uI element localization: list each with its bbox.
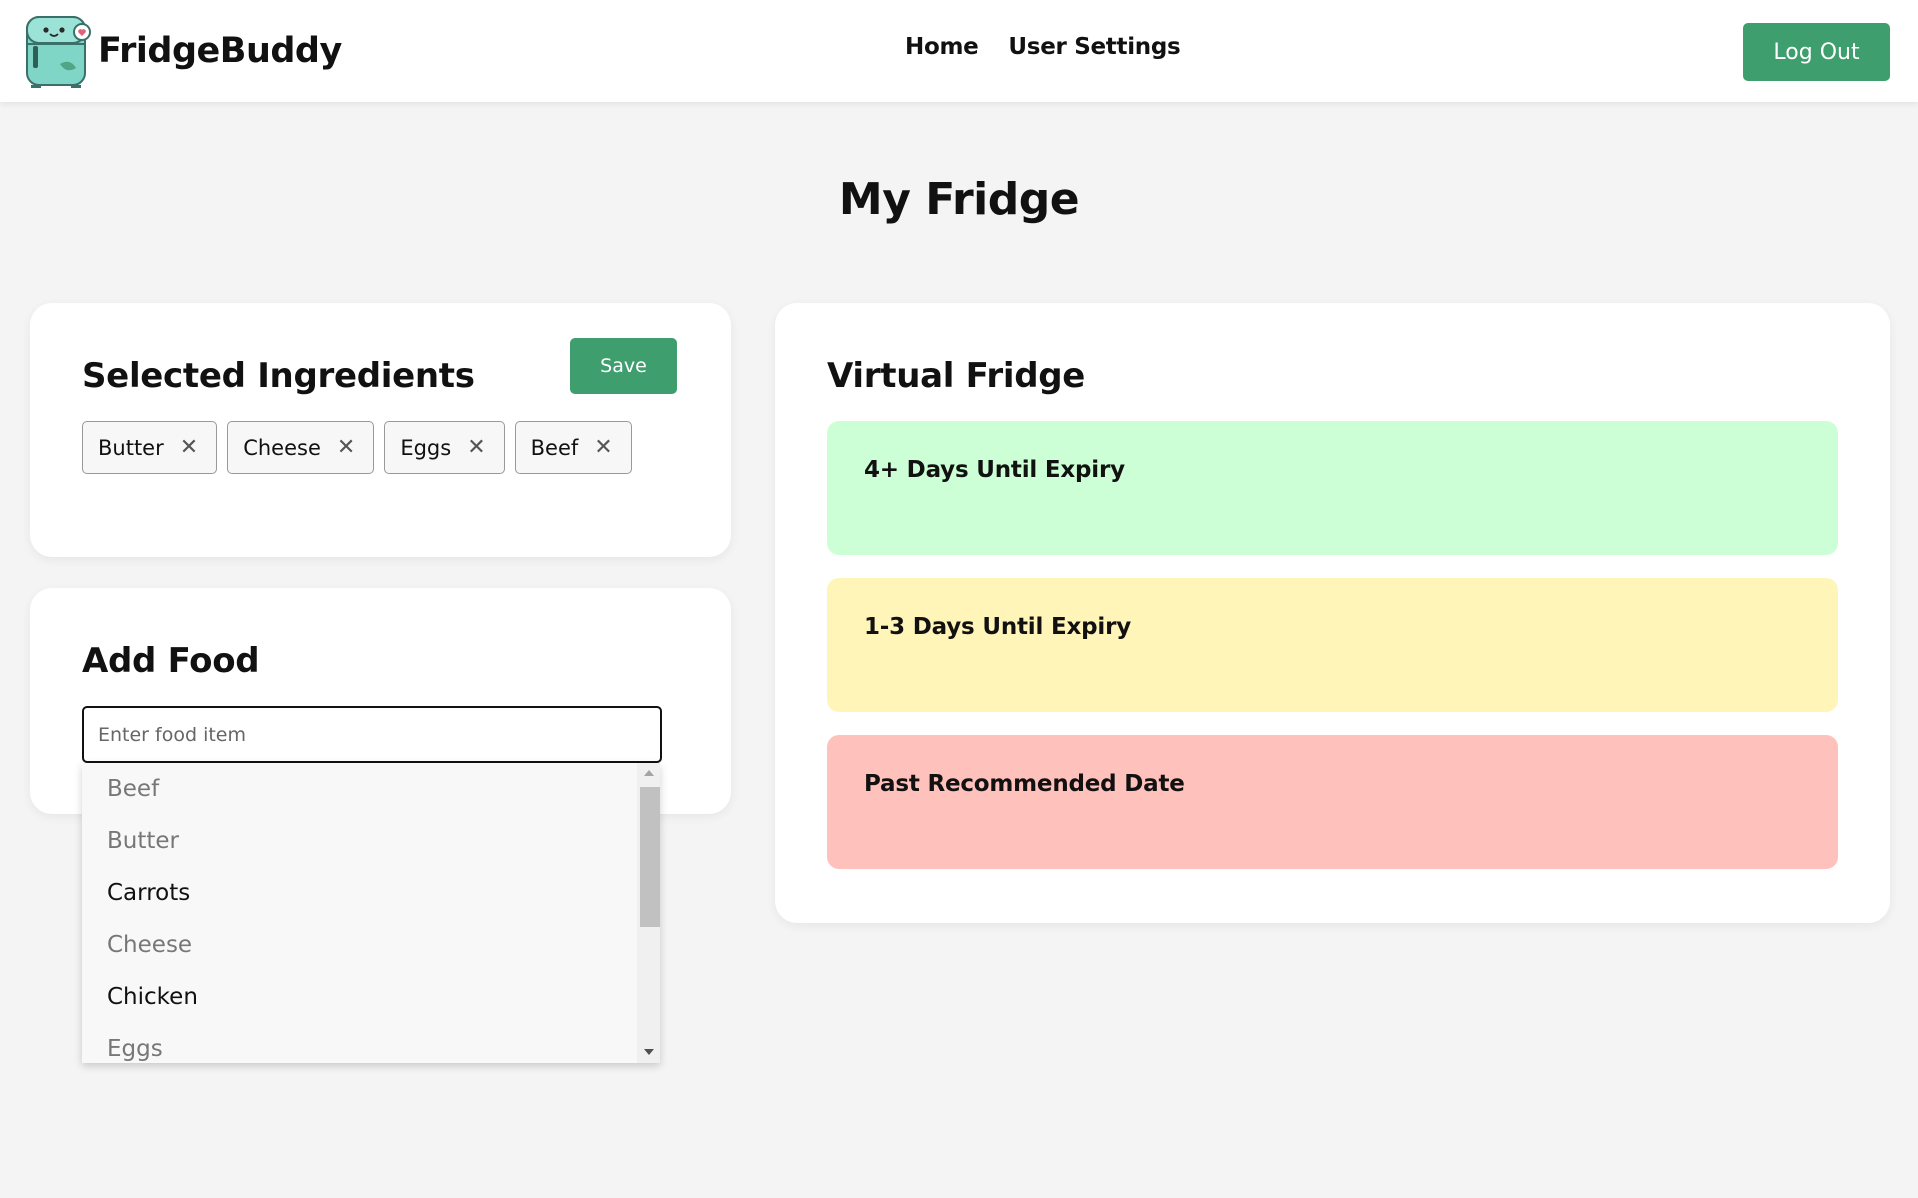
log-out-button[interactable]: Log Out xyxy=(1743,23,1890,81)
scroll-down-arrow-icon[interactable] xyxy=(644,1049,654,1055)
chip-label: Eggs xyxy=(400,435,452,460)
fridge-section-fresh: 4+ Days Until Expiry xyxy=(827,421,1838,555)
list-item: Eggs xyxy=(107,1036,163,1062)
ingredient-chip[interactable]: Eggs ✕ xyxy=(384,421,505,474)
selected-ingredients-card: Selected Ingredients Save Butter ✕ Chees… xyxy=(30,303,731,557)
ingredient-chip[interactable]: Cheese ✕ xyxy=(227,421,375,474)
ingredient-chip[interactable]: Beef ✕ xyxy=(514,421,632,474)
close-icon[interactable]: ✕ xyxy=(594,436,612,459)
selected-ingredients-title: Selected Ingredients xyxy=(82,356,475,396)
close-icon[interactable]: ✕ xyxy=(337,436,355,459)
close-icon[interactable]: ✕ xyxy=(180,436,198,459)
nav-user-settings[interactable]: User Settings xyxy=(1008,34,1180,60)
chip-label: Beef xyxy=(530,435,579,460)
page-title: My Fridge xyxy=(838,174,1080,225)
scroll-up-arrow-icon[interactable] xyxy=(644,770,654,776)
ingredient-chips: Butter ✕ Cheese ✕ Eggs ✕ Beef ✕ xyxy=(82,421,632,474)
chip-label: Cheese xyxy=(243,435,321,460)
fridge-section-expired: Past Recommended Date xyxy=(827,735,1838,869)
section-label: 4+ Days Until Expiry xyxy=(864,457,1125,483)
scrollbar-thumb[interactable] xyxy=(640,787,660,927)
food-suggestions-dropdown[interactable]: Beef Butter Carrots Cheese Chicken Eggs xyxy=(82,763,660,1063)
brand-name: FridgeBuddy xyxy=(98,31,342,71)
section-label: 1-3 Days Until Expiry xyxy=(864,614,1132,640)
virtual-fridge-card: Virtual Fridge 4+ Days Until Expiry 1-3 … xyxy=(775,303,1890,923)
fridge-mascot-icon xyxy=(26,16,91,88)
food-item-input[interactable] xyxy=(82,706,662,763)
add-food-title: Add Food xyxy=(82,641,260,681)
list-item: Butter xyxy=(107,828,179,854)
close-icon[interactable]: ✕ xyxy=(467,436,485,459)
list-item: Beef xyxy=(107,776,160,802)
suggestions-list: Beef Butter Carrots Cheese Chicken Eggs xyxy=(82,763,637,1063)
list-item[interactable]: Carrots xyxy=(82,867,637,919)
ingredient-chip[interactable]: Butter ✕ xyxy=(82,421,218,474)
nav-home[interactable]: Home xyxy=(905,34,979,60)
main-nav: Home User Settings xyxy=(905,34,1181,60)
fridge-section-expiring-soon: 1-3 Days Until Expiry xyxy=(827,578,1838,712)
virtual-fridge-title: Virtual Fridge xyxy=(827,356,1086,396)
save-button[interactable]: Save xyxy=(570,338,677,394)
list-item: Cheese xyxy=(107,932,193,958)
brand[interactable]: FridgeBuddy xyxy=(24,14,342,88)
chip-label: Butter xyxy=(98,435,164,460)
top-nav-bar: FridgeBuddy Home User Settings Log Out xyxy=(0,0,1918,102)
dropdown-scrollbar[interactable] xyxy=(637,763,660,1063)
list-item[interactable]: Chicken xyxy=(82,971,637,1023)
section-label: Past Recommended Date xyxy=(864,771,1185,797)
